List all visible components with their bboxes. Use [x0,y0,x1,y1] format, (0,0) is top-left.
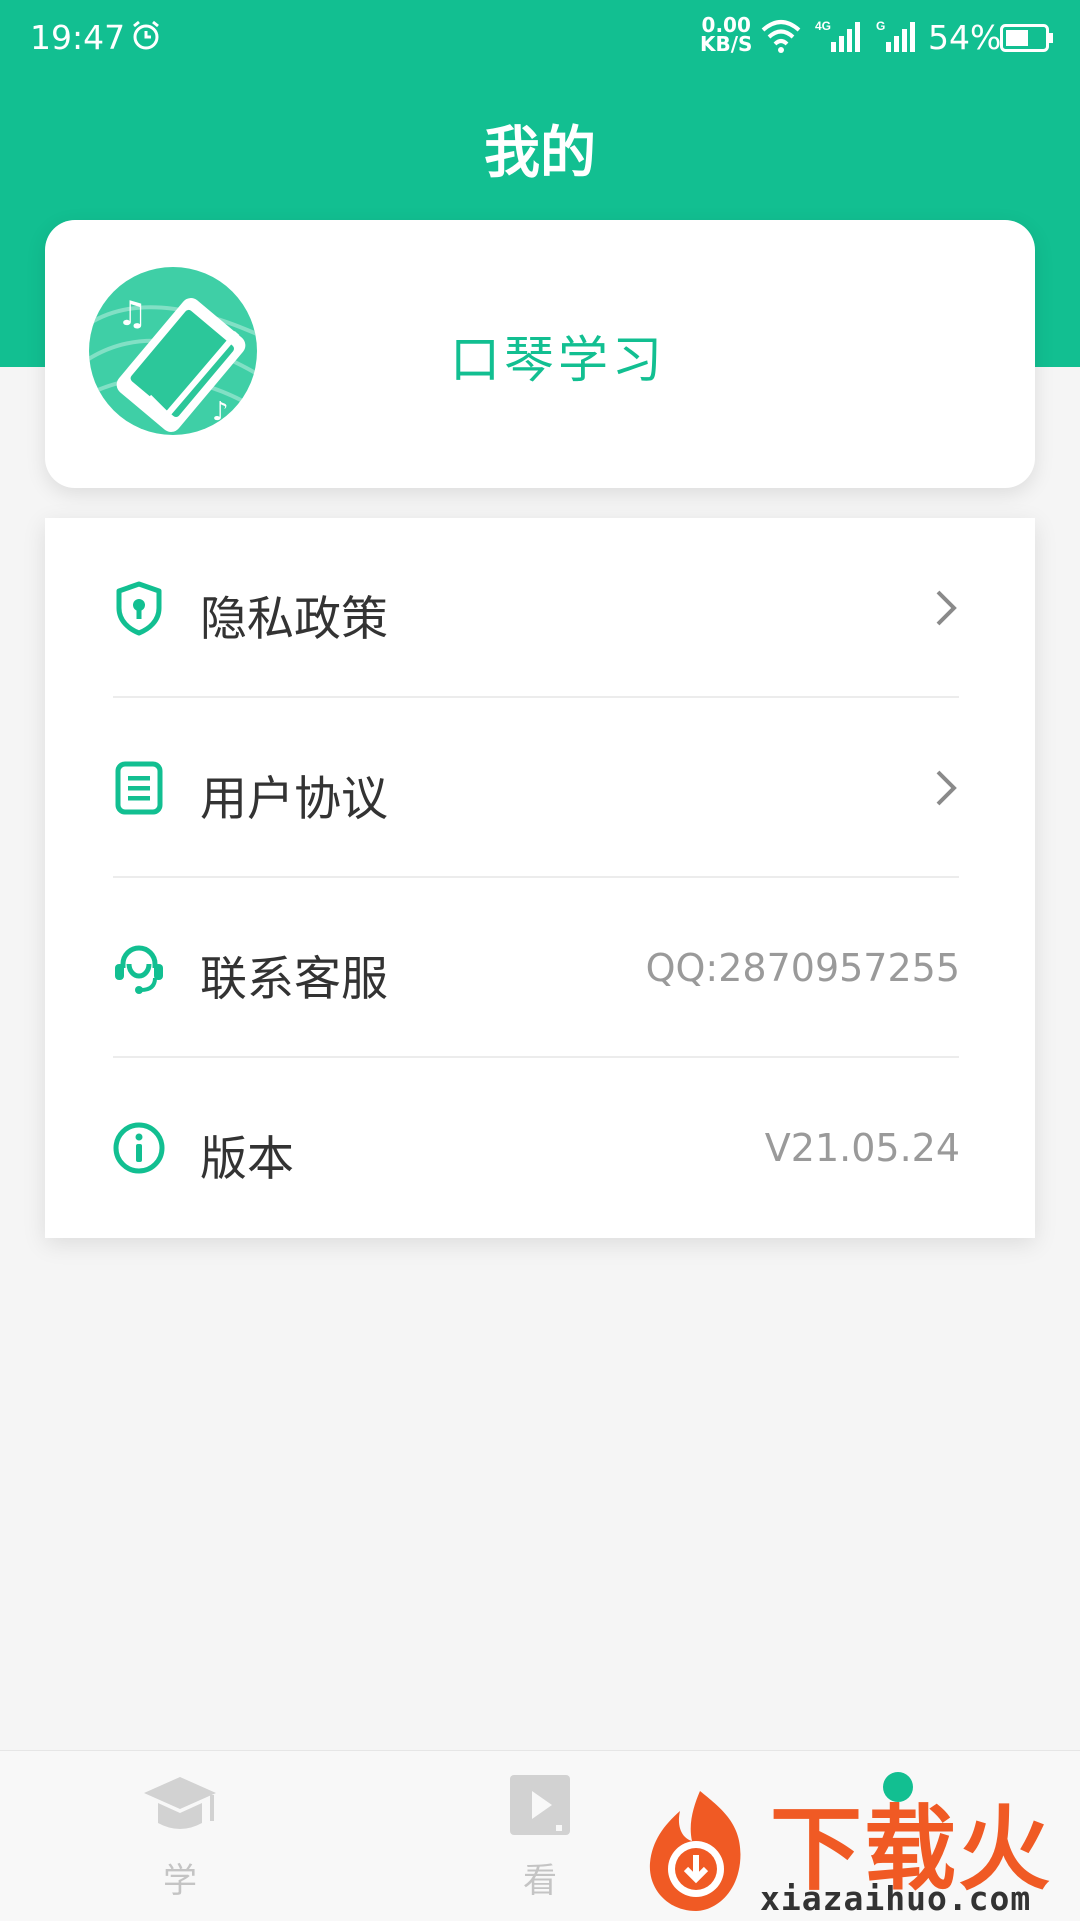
signal-4g-icon: 4G [815,19,860,52]
menu-item-label: 用户协议 [200,772,388,827]
menu-item-label: 隐私政策 [200,592,388,647]
flame-logo-icon [649,1791,741,1911]
watermark-logo: 下载火 xiazaihuo.com [640,1775,1080,1920]
tab-label: 看 [523,1861,557,1901]
menu-item-customer-service[interactable]: 联系客服 QQ:2870957255 [45,878,1035,1058]
status-bar: 19:47 0.00 KB/S 4G G 54% [0,0,1080,78]
menu-item-privacy-policy[interactable]: 隐私政策 [45,518,1035,698]
menu-item-version[interactable]: 版本 V21.05.24 [45,1058,1035,1238]
chevron-right-icon [936,590,957,626]
signal1-label: 4G [815,19,831,33]
profile-card[interactable]: ♫ ♪ 口琴学习 [45,220,1035,488]
signal-g-icon: G [876,19,915,52]
customer-service-qq: QQ:2870957255 [645,946,960,990]
signal2-label: G [876,19,885,33]
watermark-text-en: xiazaihuo.com [760,1879,1032,1918]
play-video-icon [510,1775,570,1835]
tab-watch[interactable]: 看 [460,1771,620,1911]
battery-percent: 54% [928,18,1002,57]
shield-lock-icon [116,581,162,636]
info-icon [113,1122,165,1174]
tab-learn[interactable]: 学 [100,1771,260,1911]
menu-item-label: 版本 [200,1132,294,1187]
headset-icon [115,945,163,994]
alarm-icon [133,20,159,50]
page-title: 我的 [484,121,596,186]
app-name: 口琴学习 [450,331,666,389]
wifi-icon [761,20,801,53]
tab-label: 学 [163,1861,197,1901]
network-speed: 0.00 KB/S [700,15,753,56]
status-time: 19:47 [30,18,126,57]
document-icon [115,761,163,815]
settings-menu: 隐私政策 用户协议 联系客服 QQ:2870957255 版本 V21.05.2… [45,518,1035,1238]
svg-text:♫: ♫ [117,294,147,334]
chevron-right-icon [936,770,957,806]
app-logo-avatar: ♫ ♪ [89,267,257,435]
menu-item-label: 联系客服 [200,952,388,1007]
graduation-cap-icon [144,1777,216,1829]
svg-text:♪: ♪ [212,397,229,427]
version-number: V21.05.24 [764,1126,960,1170]
network-speed-unit: KB/S [700,32,753,56]
battery-icon [1000,24,1053,52]
menu-item-user-agreement[interactable]: 用户协议 [45,698,1035,878]
